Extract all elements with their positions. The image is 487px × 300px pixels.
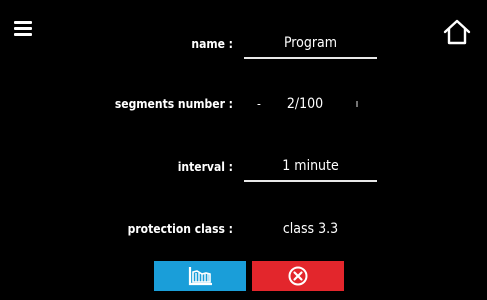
segments-row: segments number : - 2/100 ı xyxy=(0,89,487,119)
segments-value: 2/100 xyxy=(286,96,324,112)
protection-value[interactable]: class 3.3 xyxy=(244,214,377,244)
protection-row: protection class : class 3.3 xyxy=(0,214,487,244)
interval-label: interval : xyxy=(177,160,233,174)
segments-decrement-button[interactable]: - xyxy=(252,89,266,119)
interval-field[interactable]: 1 minute xyxy=(244,152,377,182)
menu-icon-bar xyxy=(14,21,32,24)
cancel-x-circle-icon xyxy=(288,266,308,286)
program-graph-icon xyxy=(188,267,212,286)
name-label: name : xyxy=(191,37,233,51)
segments-increment-button[interactable]: ı xyxy=(352,89,362,119)
program-graph-button[interactable] xyxy=(154,261,246,291)
segments-label: segments number : xyxy=(114,97,233,111)
name-row: name : Program xyxy=(0,29,487,59)
name-field[interactable]: Program xyxy=(244,29,377,59)
interval-row: interval : 1 minute xyxy=(0,152,487,182)
protection-label: protection class : xyxy=(127,222,233,236)
cancel-button[interactable] xyxy=(252,261,344,291)
